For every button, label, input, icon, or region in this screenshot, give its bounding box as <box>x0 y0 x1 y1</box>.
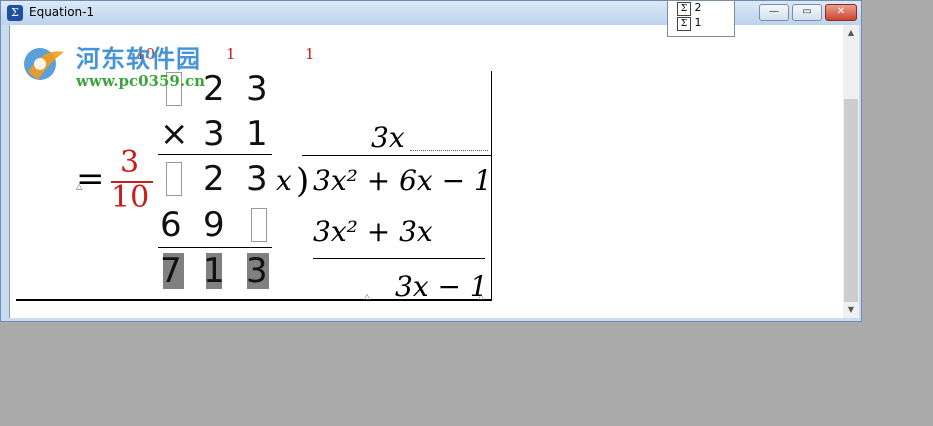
fraction-denominator: 10 <box>111 180 150 215</box>
window-title: Equation-1 <box>29 5 95 19</box>
digit: 9 <box>203 205 225 245</box>
close-icon: ✕ <box>836 6 846 17</box>
frame-right-border <box>491 71 492 301</box>
summation-icon: Σ <box>677 2 691 16</box>
division-bar <box>302 155 492 156</box>
division-bracket: ) <box>296 161 310 201</box>
fragment-red-b: 1 <box>226 45 236 63</box>
placeholder-marker: △ <box>76 182 83 191</box>
digit: 7 <box>160 251 182 291</box>
close-button[interactable]: ✕ <box>825 4 857 21</box>
popup-item[interactable]: Σ 2 <box>677 1 702 16</box>
digit: 3 <box>246 159 268 199</box>
digit: 6 <box>160 205 182 245</box>
empty-slot[interactable] <box>251 208 267 242</box>
division-dividend: 3x² + 6x − 1 <box>313 164 492 197</box>
subtraction-rule <box>313 258 485 259</box>
equals-sign: = <box>76 159 105 199</box>
watermark-logo <box>24 48 64 80</box>
digit: 3 <box>203 114 225 154</box>
division-quotient: 3x <box>371 121 405 154</box>
placeholder-marker: △ <box>478 292 485 301</box>
minimize-icon: — <box>769 6 779 17</box>
summation-icon: Σ <box>677 17 691 31</box>
watermark-chinese-text: 河东软件园 <box>76 45 201 73</box>
vertical-scrollbar[interactable]: ▲ ▼ <box>843 25 859 318</box>
maximize-button[interactable]: ▭ <box>792 4 822 21</box>
digit: 3 <box>246 251 268 291</box>
placeholder-marker: △ <box>364 292 371 301</box>
scroll-down-arrow-icon[interactable]: ▼ <box>843 302 859 318</box>
division-divisor: x <box>276 164 292 197</box>
equation-window: Σ Equation-1 — ▭ ✕ 10 1 1 = △ 3 10 2 3 ×… <box>0 0 862 322</box>
watermark-url: www.pc0359.cn <box>76 72 206 90</box>
popup-item[interactable]: Σ 1 <box>677 16 702 31</box>
equation-editor-canvas[interactable]: 10 1 1 = △ 3 10 2 3 × 3 1 2 3 6 9 7 1 3 … <box>9 25 852 318</box>
fraction-numerator: 3 <box>120 145 140 180</box>
scroll-up-arrow-icon[interactable]: ▲ <box>843 25 859 41</box>
digit: 3 <box>246 69 268 109</box>
scrollbar-thumb[interactable] <box>844 99 858 302</box>
minimize-button[interactable]: — <box>759 4 789 21</box>
maximize-icon: ▭ <box>802 6 812 17</box>
frame-bottom-border <box>16 299 492 301</box>
summation-toolbar-popup[interactable]: Σ 2 Σ 1 <box>667 0 735 37</box>
digit: 1 <box>246 114 268 154</box>
popup-item-label: 1 <box>694 16 702 29</box>
popup-item-label: 2 <box>694 1 702 14</box>
times-sign: × <box>160 114 189 154</box>
sum-rule <box>158 247 272 248</box>
digit: 2 <box>203 159 225 199</box>
quotient-placeholder-ticks <box>410 144 488 151</box>
fragment-red-c: 1 <box>305 45 315 63</box>
digit: 1 <box>203 251 225 291</box>
multiplication-rule <box>158 154 272 155</box>
division-step: 3x² + 3x <box>313 215 433 248</box>
equation-app-icon[interactable]: Σ <box>7 5 23 21</box>
digit: 2 <box>203 69 225 109</box>
empty-slot[interactable] <box>166 162 182 196</box>
